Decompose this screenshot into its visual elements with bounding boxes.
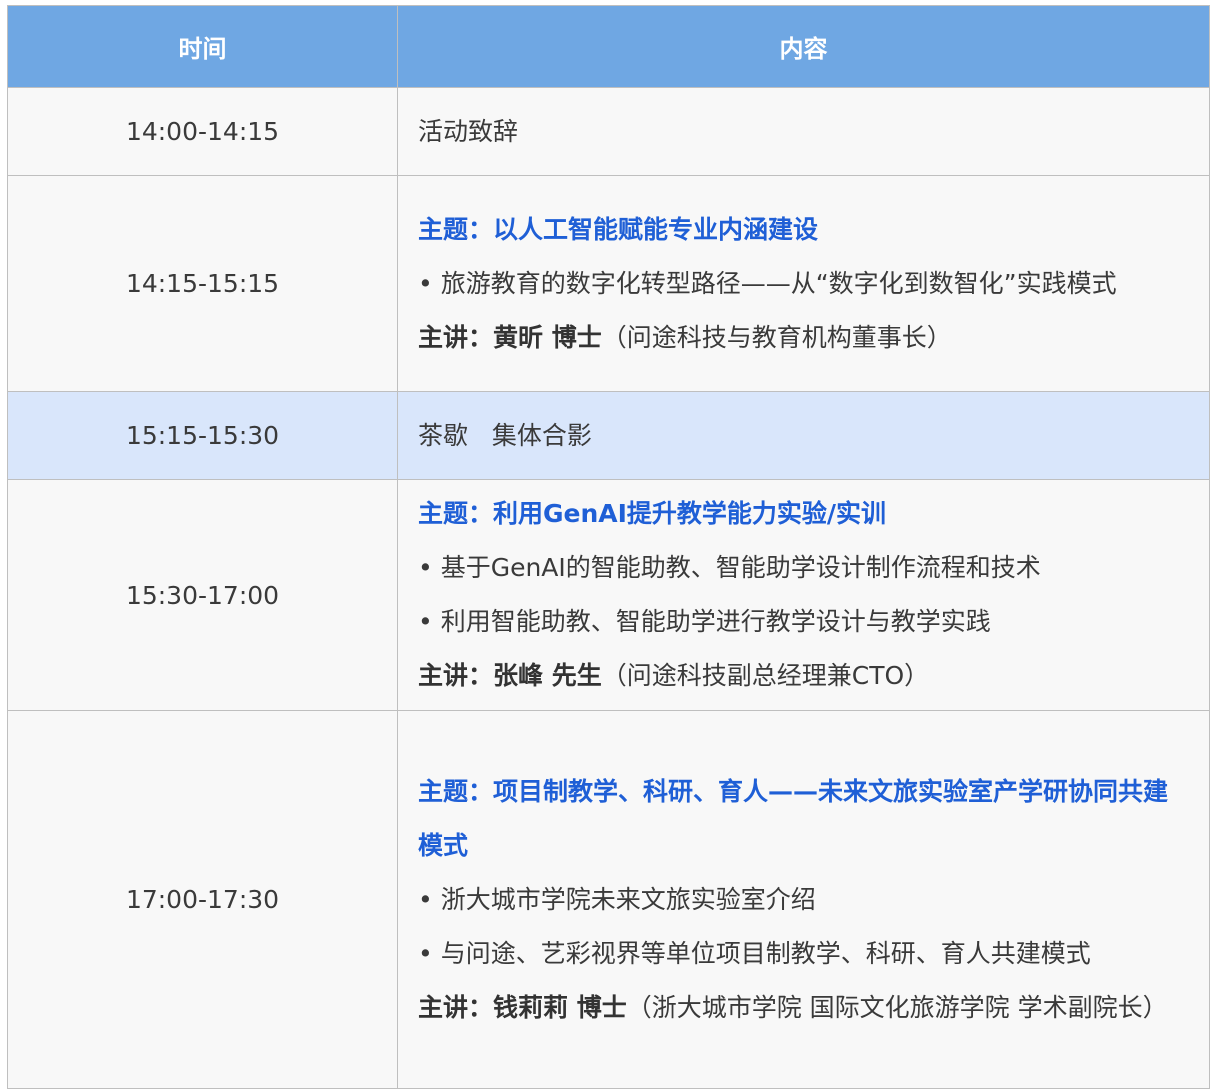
time-cell: 14:15-15:15 [7, 175, 398, 392]
speaker-name: 钱莉莉 博士 [493, 992, 627, 1022]
speaker-label: 主讲： [418, 661, 494, 690]
speaker-line: 主讲：张峰 先生（问途科技副总经理兼CTO） [418, 649, 1189, 703]
bullet-item: • 利用智能助教、智能助学进行教学设计与教学实践 [418, 607, 991, 636]
table-row: 14:15-15:15 主题：以人工智能赋能专业内涵建设 • 旅游教育的数字化转… [7, 175, 1210, 392]
speaker-label: 主讲： [418, 992, 494, 1022]
speaker-label: 主讲： [418, 322, 494, 352]
topic-title: 主题：利用GenAI提升教学能力实验/实训 [418, 499, 887, 528]
speaker-line: 主讲：钱莉莉 博士（浙大城市学院 国际文化旅游学院 学术副院长） [418, 981, 1189, 1035]
item-text: 茶歇 集体合影 [418, 420, 592, 450]
time-cell: 15:30-17:00 [7, 479, 398, 711]
content-cell: 活动致辞 [397, 87, 1210, 176]
header-content: 内容 [397, 5, 1210, 88]
header-row: 时间 内容 [7, 5, 1210, 88]
speaker-affiliation: （问途科技与教育机构董事长） [601, 322, 952, 352]
content-cell: 主题：项目制教学、科研、育人——未来文旅实验室产学研协同共建模式 • 浙大城市学… [397, 710, 1210, 1089]
time-cell: 15:15-15:30 [7, 391, 398, 480]
speaker-name: 黄昕 博士 [493, 322, 602, 352]
content-cell: 主题：利用GenAI提升教学能力实验/实训 • 基于GenAI的智能助教、智能助… [397, 479, 1210, 711]
table-row: 14:00-14:15 活动致辞 [7, 87, 1210, 176]
bullet-item: • 基于GenAI的智能助教、智能助学设计制作流程和技术 [418, 553, 1041, 582]
item-text: 活动致辞 [418, 116, 519, 146]
table-row: 17:00-17:30 主题：项目制教学、科研、育人——未来文旅实验室产学研协同… [7, 710, 1210, 1089]
content-cell: 茶歇 集体合影 [397, 391, 1210, 480]
speaker-affiliation: （浙大城市学院 国际文化旅游学院 学术副院长） [626, 992, 1168, 1022]
time-cell: 17:00-17:30 [7, 710, 398, 1089]
agenda-table: 时间 内容 14:00-14:15 活动致辞 14:15-15:15 主题：以人… [7, 5, 1210, 1089]
topic-title: 主题：项目制教学、科研、育人——未来文旅实验室产学研协同共建模式 [418, 776, 1169, 860]
topic-title: 主题：以人工智能赋能专业内涵建设 [418, 214, 819, 244]
speaker-affiliation: （问途科技副总经理兼CTO） [601, 661, 930, 690]
speaker-line: 主讲：黄昕 博士（问途科技与教育机构董事长） [418, 311, 1189, 365]
bullet-item: • 浙大城市学院未来文旅实验室介绍 [418, 884, 816, 914]
header-time: 时间 [7, 5, 398, 88]
speaker-name: 张峰 先生 [493, 661, 602, 690]
time-cell: 14:00-14:15 [7, 87, 398, 176]
content-cell: 主题：以人工智能赋能专业内涵建设 • 旅游教育的数字化转型路径——从“数字化到数… [397, 175, 1210, 392]
bullet-item: • 旅游教育的数字化转型路径——从“数字化到数智化”实践模式 [418, 268, 1117, 298]
table-row-highlight: 15:15-15:30 茶歇 集体合影 [7, 391, 1210, 480]
bullet-item: • 与问途、艺彩视界等单位项目制教学、科研、育人共建模式 [418, 938, 1091, 968]
table-row: 15:30-17:00 主题：利用GenAI提升教学能力实验/实训 • 基于Ge… [7, 479, 1210, 711]
